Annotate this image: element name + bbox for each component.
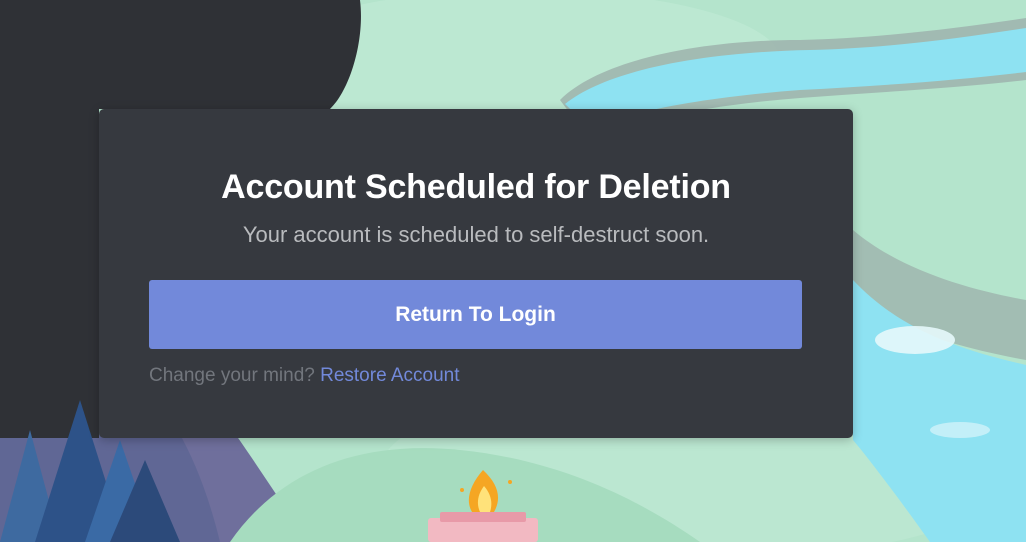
dialog-subtitle: Your account is scheduled to self-destru… <box>242 222 710 247</box>
dialog-title: Account Scheduled for Deletion <box>221 168 731 206</box>
account-deletion-dialog: Account Scheduled for Deletion Your acco… <box>99 109 853 438</box>
restore-prompt-line: Change your mind? Restore Account <box>149 363 460 389</box>
restore-account-link[interactable]: Restore Account <box>320 365 459 386</box>
change-mind-text: Change your mind? <box>149 365 315 386</box>
return-to-login-button[interactable]: Return To Login <box>149 280 802 349</box>
login-splash-screen: Account Scheduled for Deletion Your acco… <box>0 0 1026 542</box>
